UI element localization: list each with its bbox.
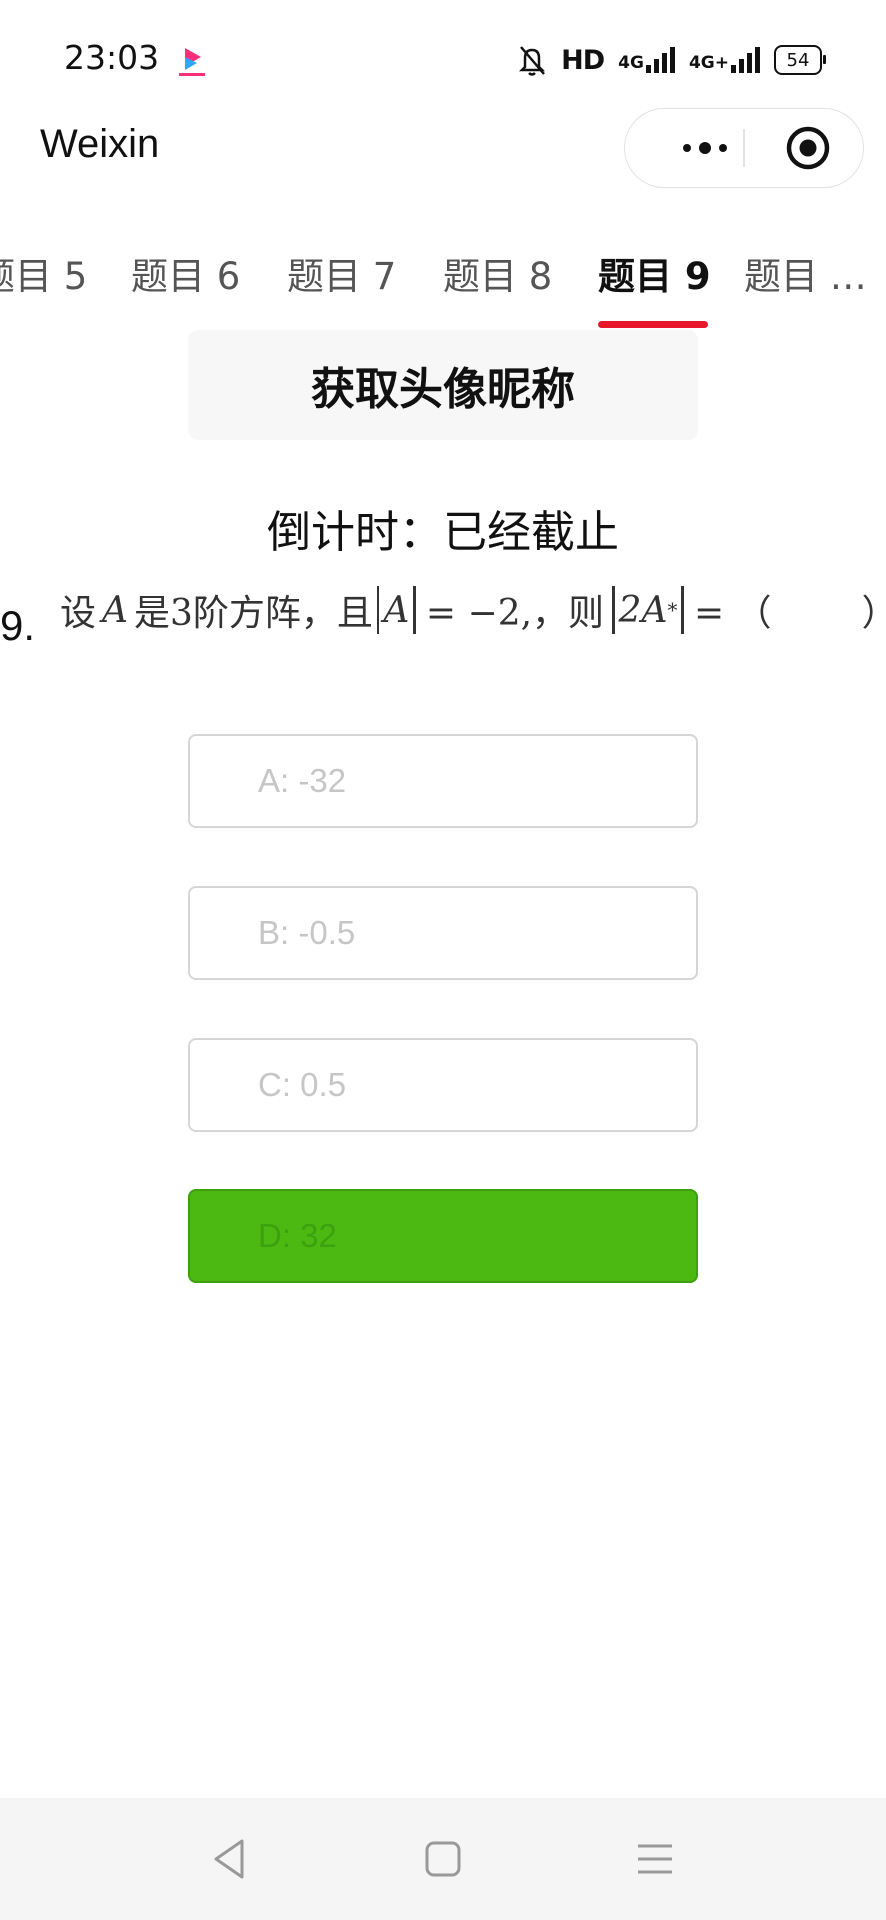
question-middle: 是3阶方阵，且: [134, 593, 373, 634]
question-image: 设 A 是3阶方阵，且 A = −2,，则 2A* = （ ）: [60, 584, 886, 636]
more-dots-icon[interactable]: [655, 109, 755, 187]
miniprogram-capsule: [624, 108, 864, 188]
target-circle-icon[interactable]: [785, 125, 831, 171]
question-suffix: = （: [693, 593, 772, 634]
option-c-button[interactable]: C: 0.5: [188, 1038, 698, 1132]
status-time: 23:03: [64, 38, 160, 77]
system-navigation-bar: [0, 1798, 886, 1920]
signal-strength-icon-2: 4G+: [689, 47, 760, 73]
tab-question-8[interactable]: 题目 8: [443, 246, 552, 300]
status-bar: 23:03 HD 4G 4G+ 54: [0, 0, 886, 118]
active-tab-indicator: [598, 321, 708, 328]
tab-question-7[interactable]: 题目 7: [287, 246, 396, 300]
capsule-divider: [743, 129, 745, 167]
countdown-text: 倒计时：已经截止: [267, 507, 619, 558]
option-b-button[interactable]: B: -0.5: [188, 886, 698, 980]
question-star: *: [667, 598, 678, 622]
hd-indicator: HD: [561, 44, 605, 76]
menu-icon[interactable]: [630, 1834, 680, 1884]
question-var: A: [102, 589, 129, 631]
tab-question-5[interactable]: 题目 5: [0, 246, 87, 300]
question-close: ）: [862, 584, 886, 636]
option-a-button[interactable]: A: -32: [188, 734, 698, 828]
back-icon[interactable]: [204, 1834, 254, 1884]
question-eq1: = −2,，则: [425, 593, 605, 634]
status-icons: HD 4G 4G+ 54: [517, 40, 826, 80]
question-expr: 2A: [618, 589, 668, 631]
option-d-button[interactable]: D: 32: [188, 1189, 698, 1283]
get-avatar-nickname-button[interactable]: 获取头像昵称: [188, 330, 698, 440]
page-title: Weixin: [40, 122, 160, 166]
tab-question-6[interactable]: 题目 6: [131, 246, 240, 300]
network-label-2: 4G+: [688, 53, 729, 73]
youku-icon: [179, 48, 205, 76]
question-prefix: 设: [60, 593, 97, 634]
question-number: 9.: [0, 602, 36, 649]
tab-question-more[interactable]: 题目 …: [744, 246, 867, 300]
question-det-var: A: [383, 589, 410, 631]
home-icon[interactable]: [418, 1834, 468, 1884]
tab-question-9[interactable]: 题目 9: [598, 246, 711, 300]
question-tabs: 题目 5 题目 6 题目 7 题目 8 题目 9 题目 …: [0, 240, 886, 340]
signal-strength-icon: 4G: [618, 47, 675, 73]
network-label: 4G: [618, 53, 644, 73]
battery-icon: 54: [774, 45, 826, 75]
bell-off-icon: [519, 46, 546, 76]
